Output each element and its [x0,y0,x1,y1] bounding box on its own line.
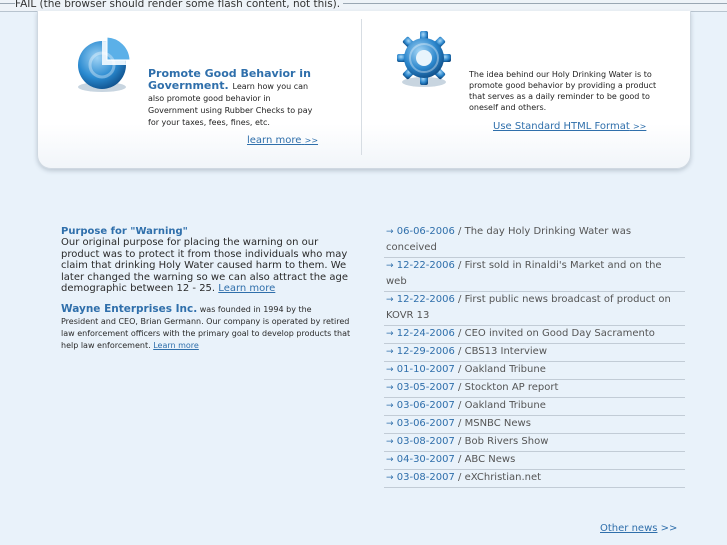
news-separator: / [454,418,465,429]
company-learn-more-link[interactable]: Learn more [153,341,199,350]
news-date[interactable]: 12-22-2006 [397,260,455,271]
promo-learn-more-link[interactable]: learn more >> [247,135,318,146]
promo-learn-more-label: learn more [247,135,302,146]
news-item[interactable]: → 01-10-2007 / Oakland Tribune [384,362,685,380]
news-date[interactable]: 03-05-2007 [397,382,455,393]
arrow-icon: → [386,437,394,447]
standard-html-link[interactable]: Use Standard HTML Format >> [493,121,646,132]
news-item[interactable]: → 12-22-2006 / First sold in Rinaldi's M… [384,258,685,292]
news-date[interactable]: 04-30-2007 [397,454,455,465]
feature-panel: Promote Good Behavior in Government. Lea… [37,11,691,169]
news-date[interactable]: 03-06-2007 [397,400,455,411]
news-date[interactable]: 12-24-2006 [397,328,455,339]
idea-text: The idea behind our Holy Drinking Water … [469,70,657,112]
purpose-body: Our original purpose for placing the war… [61,237,349,294]
news-date[interactable]: 03-08-2007 [397,436,455,447]
arrow-icon: → [386,365,394,375]
arrow-icon: → [386,419,394,429]
news-date[interactable]: 12-22-2006 [397,294,455,305]
arrow-icon: → [386,227,394,237]
news-date[interactable]: 03-06-2007 [397,418,455,429]
news-title: eXChristian.net [464,472,542,483]
purpose-learn-more-link[interactable]: Learn more [218,283,275,294]
news-date[interactable]: 06-06-2006 [397,226,455,237]
news-separator: / [454,328,465,339]
purpose-title: Purpose for "Warning" [61,226,188,237]
other-news-link[interactable]: Other news >> [600,523,677,534]
news-item[interactable]: → 12-29-2006 / CBS13 Interview [384,344,685,362]
news-title: ABC News [464,454,516,465]
news-item[interactable]: → 03-05-2007 / Stockton AP report [384,380,685,398]
arrow-icon: → [386,383,394,393]
news-list: → 06-06-2006 / The day Holy Drinking Wat… [384,224,685,488]
news-title: Bob Rivers Show [464,436,549,447]
news-date[interactable]: 01-10-2007 [397,364,455,375]
news-title: Oakland Tribune [464,400,546,411]
news-title: Oakland Tribune [464,364,546,375]
company-title: Wayne Enterprises Inc. [61,302,198,315]
news-item[interactable]: → 03-06-2007 / Oakland Tribune [384,398,685,416]
purpose-text: Our original purpose for placing the war… [61,237,351,295]
news-separator: / [454,454,465,465]
pie-chart-icon [78,36,131,92]
company-info: Wayne Enterprises Inc. was founded in 19… [61,303,351,352]
flash-fallback-text: FAIL (the browser should render some fla… [15,0,344,10]
arrow-icon: → [386,295,394,305]
news-item[interactable]: → 12-22-2006 / First public news broadca… [384,292,685,326]
news-item[interactable]: → 03-08-2007 / Bob Rivers Show [384,434,685,452]
arrow-icon: → [386,261,394,271]
arrow-icon: → [386,329,394,339]
news-separator: / [454,346,465,357]
about-column: Purpose for "Warning" Our original purpo… [61,226,351,352]
news-separator: / [454,260,465,271]
news-item[interactable]: → 04-30-2007 / ABC News [384,452,685,470]
arrow-icon: → [386,347,394,357]
arrow-icon: → [386,401,394,411]
news-title: MSNBC News [464,418,531,429]
news-separator: / [454,364,465,375]
news-title: CBS13 Interview [464,346,548,357]
standard-html-label: Use Standard HTML Format [493,121,630,132]
gear-icon [397,31,451,87]
news-title: CEO invited on Good Day Sacramento [464,328,655,339]
news-separator: / [454,400,465,411]
news-date[interactable]: 03-08-2007 [397,472,455,483]
news-item[interactable]: → 03-06-2007 / MSNBC News [384,416,685,434]
news-item[interactable]: → 03-08-2007 / eXChristian.net [384,470,685,488]
panel-divider [361,19,362,155]
news-separator: / [454,382,465,393]
arrow-icon: → [386,473,394,483]
news-item[interactable]: → 12-24-2006 / CEO invited on Good Day S… [384,326,685,344]
double-arrow-icon: >> [632,122,647,131]
news-title: Stockton AP report [464,382,559,393]
news-separator: / [454,436,465,447]
arrow-icon: → [386,455,394,465]
promo-section: Promote Good Behavior in Government. Lea… [148,68,318,128]
news-separator: / [454,294,465,305]
news-date[interactable]: 12-29-2006 [397,346,455,357]
double-arrow-icon: >> [304,136,319,145]
news-item[interactable]: → 06-06-2006 / The day Holy Drinking Wat… [384,224,685,258]
news-separator: / [454,226,465,237]
news-separator: / [454,472,465,483]
double-arrow-icon: >> [660,523,678,534]
other-news-label: Other news [600,523,658,534]
